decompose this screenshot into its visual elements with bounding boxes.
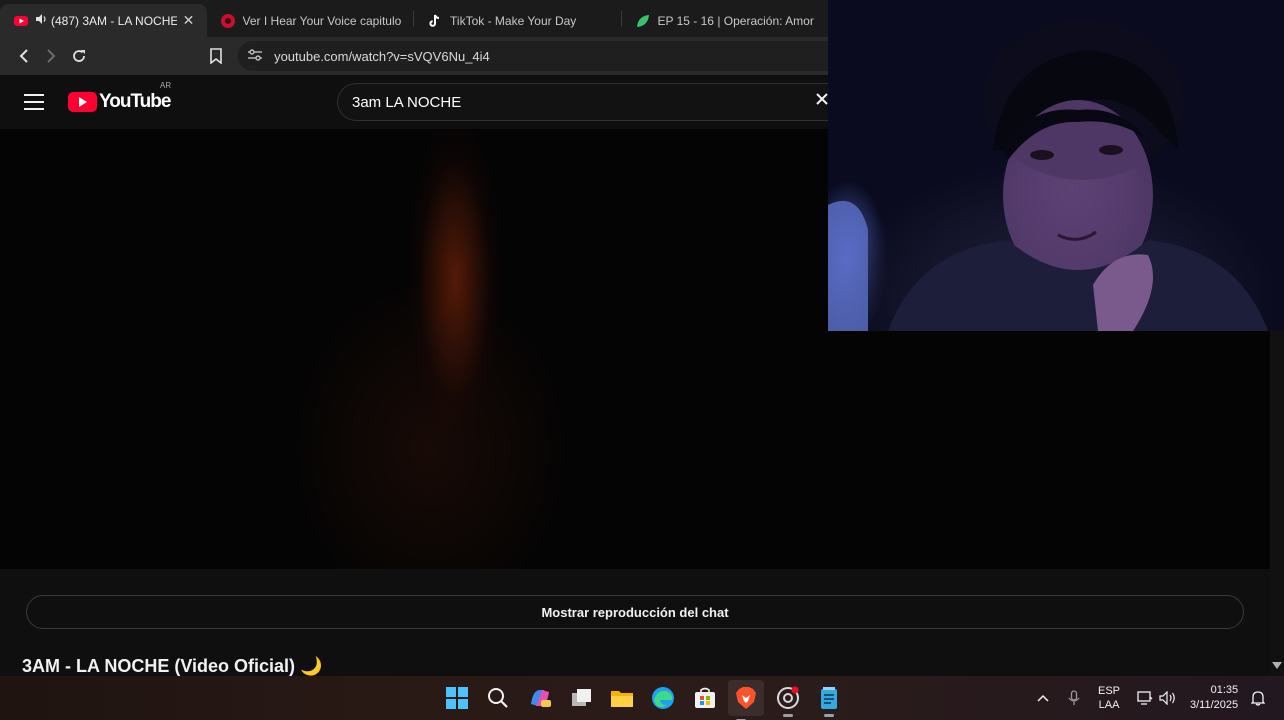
show-chat-replay-button[interactable]: Mostrar reproducción del chat [26, 595, 1244, 629]
tab-title: (487) 3AM - LA NOCHE (Video Oficial) [51, 13, 177, 28]
tab-tiktok[interactable]: TikTok - Make Your Day [414, 4, 621, 37]
copilot-icon[interactable] [527, 685, 553, 711]
bookmark-icon [210, 48, 223, 64]
back-arrow-icon [19, 49, 28, 63]
reload-icon [72, 50, 85, 62]
search-input[interactable]: 3am LA NOCHE [337, 83, 837, 121]
brave-icon[interactable] [728, 680, 764, 720]
hamburger-menu-icon[interactable] [24, 94, 44, 110]
windows-taskbar: ESP LAA 01:35 3/11/2025 [0, 676, 1284, 720]
keyboard-layout: LAA [1098, 699, 1120, 711]
clear-search-icon[interactable] [815, 92, 829, 106]
scroll-down-arrow-icon[interactable] [1272, 662, 1282, 669]
chevron-up-icon [1037, 694, 1049, 702]
time: 01:35 [1210, 684, 1239, 696]
edge-icon[interactable] [650, 685, 676, 711]
address-bar[interactable]: youtube.com/watch?v=sVQV6Nu_4i4 [238, 41, 828, 71]
windows-start-icon[interactable] [444, 685, 470, 711]
show-hidden-icons-button[interactable] [1037, 676, 1049, 720]
microphone-icon[interactable] [1068, 676, 1080, 720]
date: 3/11/2025 [1190, 699, 1239, 711]
chat-replay-label: Mostrar reproducción del chat [541, 604, 729, 620]
language-code: ESP [1098, 685, 1121, 697]
screen: (487) 3AM - LA NOCHE (Video Oficial) ✕ V… [0, 0, 1284, 720]
browser-tab-strip: (487) 3AM - LA NOCHE (Video Oficial) ✕ V… [0, 0, 828, 37]
browser-toolbar: youtube.com/watch?v=sVQV6Nu_4i4 [0, 37, 828, 75]
forward-arrow-icon [47, 49, 56, 63]
tiktok-favicon-icon [428, 14, 442, 28]
notification-bell-icon[interactable] [1251, 676, 1265, 720]
search-query: 3am LA NOCHE [352, 93, 462, 111]
youtube-play-icon [68, 92, 97, 112]
page-scrollbar[interactable] [1270, 331, 1284, 676]
back-button[interactable] [10, 42, 38, 70]
tab-title: EP 15 - 16 | Operación: Amor [657, 13, 814, 28]
language-indicator[interactable]: ESP LAA [1098, 676, 1120, 720]
forward-button[interactable] [38, 42, 66, 70]
speaker-icon[interactable] [36, 14, 47, 27]
clock[interactable]: 01:35 3/11/2025 [1190, 676, 1238, 720]
task-view-icon[interactable] [569, 685, 595, 711]
volume-icon[interactable] [1159, 676, 1177, 720]
microsoft-store-icon[interactable] [692, 685, 718, 711]
bookmark-button[interactable] [203, 42, 231, 70]
close-tab-icon[interactable]: ✕ [181, 12, 197, 29]
search-icon[interactable] [485, 685, 511, 711]
youtube-logo[interactable]: YouTube AR [68, 81, 171, 113]
file-explorer-icon[interactable] [609, 685, 635, 711]
video-title: 3AM - LA NOCHE (Video Oficial) 🌙 [22, 656, 323, 676]
tab-youtube[interactable]: (487) 3AM - LA NOCHE (Video Oficial) ✕ [0, 4, 207, 37]
site-settings-icon[interactable] [248, 48, 263, 64]
chrome-icon[interactable] [775, 685, 801, 717]
youtube-favicon-icon [14, 14, 28, 28]
country-code: AR [160, 81, 172, 90]
youtube-wordmark: YouTube [99, 91, 171, 112]
notepad-icon[interactable] [816, 685, 842, 717]
tab-title: TikTok - Make Your Day [450, 13, 577, 28]
network-icon[interactable] [1137, 676, 1153, 720]
tab-title: Ver I Hear Your Voice capitulo 1 online [242, 13, 404, 28]
reload-button[interactable] [65, 42, 93, 70]
youtube-header: YouTube AR 3am LA NOCHE [0, 75, 837, 129]
webcam-overlay [828, 0, 1284, 331]
webcam-person-image [828, 20, 1268, 331]
green-leaf-favicon-icon [636, 14, 650, 28]
tab-i-hear-your-voice[interactable]: Ver I Hear Your Voice capitulo 1 online [207, 4, 414, 37]
url-text: youtube.com/watch?v=sVQV6Nu_4i4 [274, 48, 490, 64]
red-circle-favicon-icon [220, 13, 235, 28]
tab-operacion-amor[interactable]: EP 15 - 16 | Operación: Amor [622, 4, 829, 37]
